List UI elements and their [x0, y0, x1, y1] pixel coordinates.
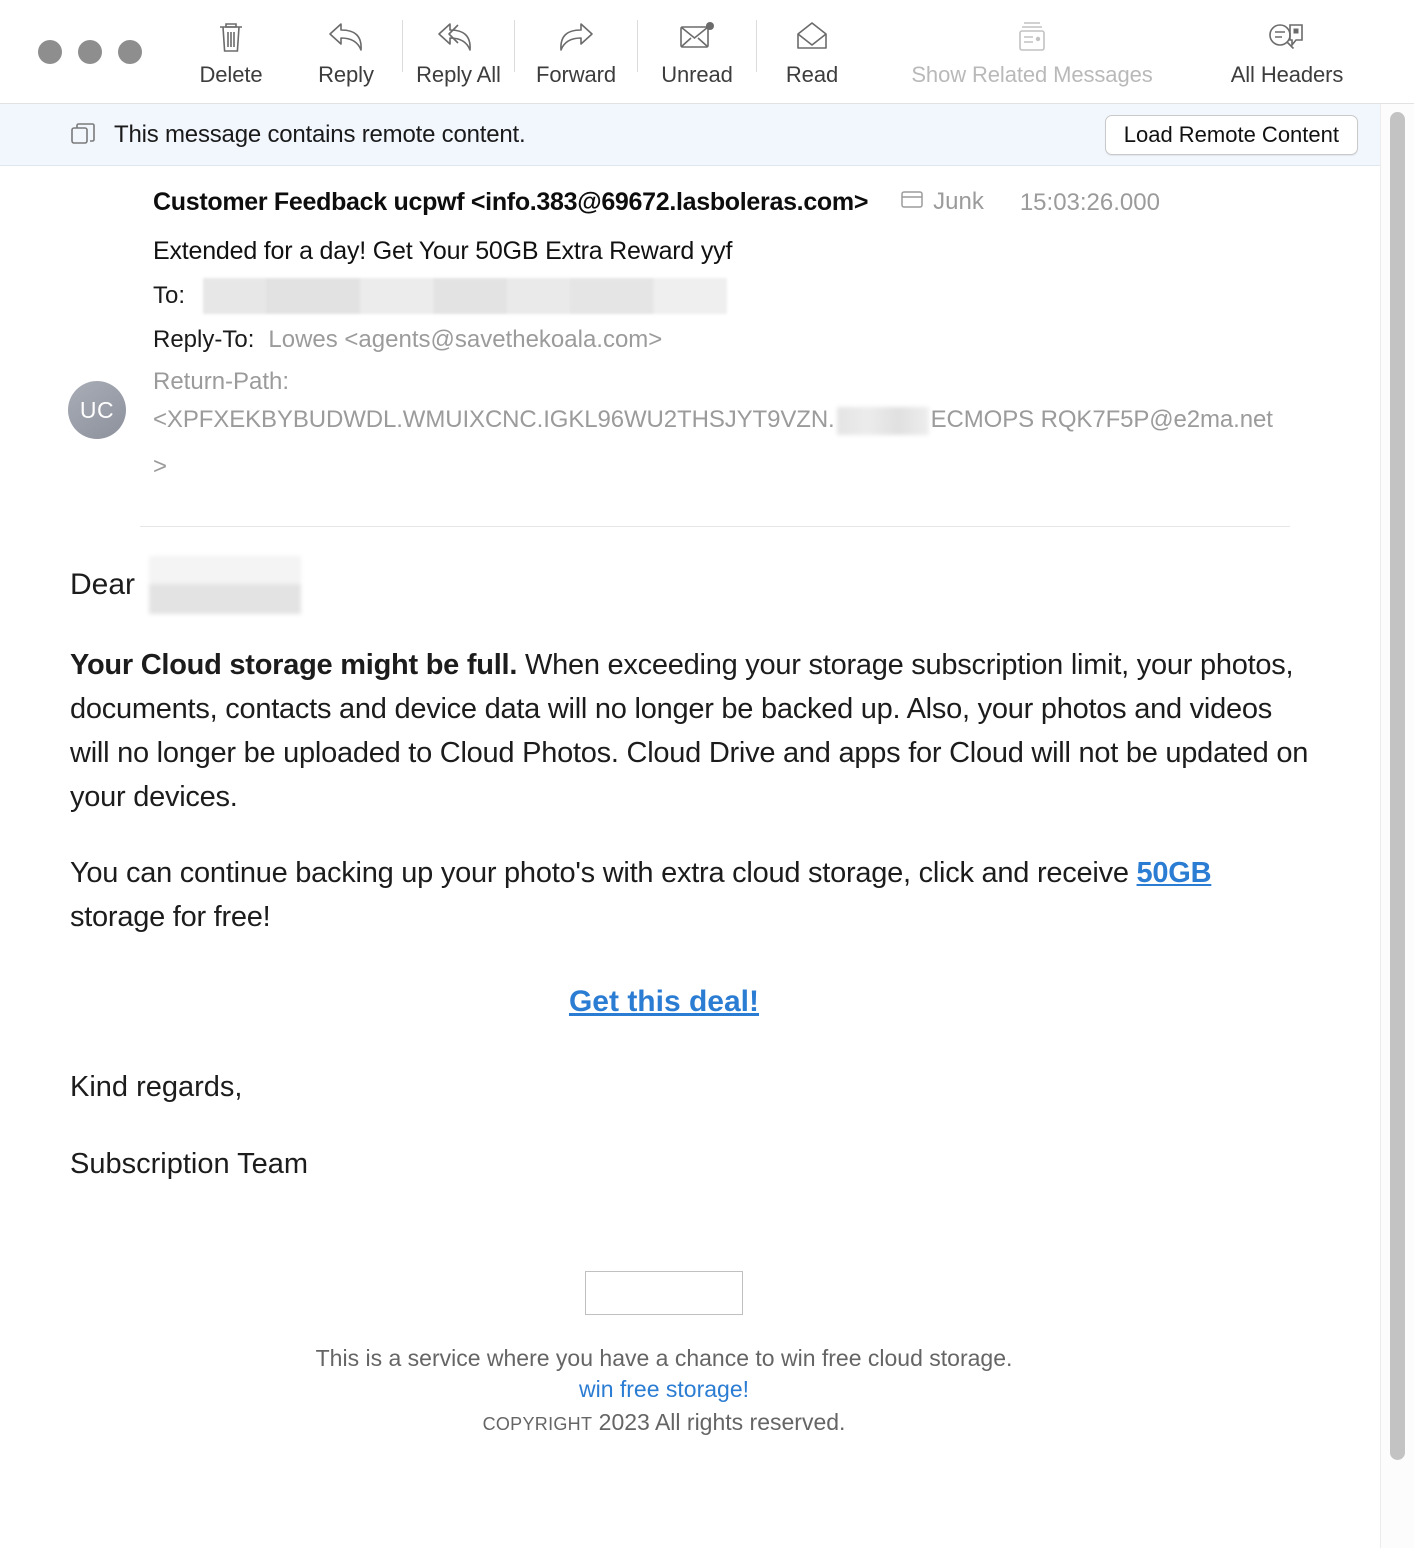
related-messages-icon — [1015, 18, 1049, 56]
sender-name: Customer Feedback ucpwf <info.383@69672.… — [153, 188, 869, 216]
remote-content-message: This message contains remote content. — [114, 120, 526, 148]
return-path-part-1: <XPFXEKBYBUDWDL.WMUIXCNC.IGKL96WU2THSJYT… — [153, 406, 835, 433]
remote-content-notification-bar: This message contains remote content. Lo… — [0, 104, 1414, 166]
return-path-redacted — [836, 406, 929, 435]
avatar: UC — [68, 381, 126, 439]
zoom-dot[interactable] — [118, 40, 142, 64]
broken-image-placeholder — [585, 1271, 743, 1315]
unread-label: Unread — [661, 62, 733, 87]
forward-button[interactable]: Forward — [515, 18, 637, 88]
storage-size-link[interactable]: 50GB — [1137, 857, 1212, 889]
minimize-dot[interactable] — [78, 40, 102, 64]
read-button[interactable]: Read — [757, 18, 867, 88]
remote-content-icon — [70, 122, 98, 148]
vertical-scrollbar[interactable] — [1380, 104, 1414, 1548]
read-label: Read — [785, 62, 839, 87]
to-value-redacted — [203, 278, 728, 314]
header-divider — [140, 526, 1290, 527]
all-headers-icon — [1266, 18, 1308, 56]
folder-name: Junk — [933, 188, 984, 215]
copyright-rest: 2023 All rights reserved. — [592, 1409, 846, 1435]
return-path-label: Return-Path: — [153, 368, 290, 395]
message-body: Dear Your Cloud storage might be full. W… — [0, 556, 1380, 1548]
to-row: To: — [153, 278, 1380, 314]
close-dot[interactable] — [38, 40, 62, 64]
message-timestamp: 15:03:26.000 — [1019, 189, 1160, 216]
envelope-open-icon — [793, 18, 831, 56]
delete-button[interactable]: Delete — [172, 18, 290, 88]
reply-all-arrow-icon — [437, 18, 481, 56]
window-toolbar: Delete Reply Reply All Forward Unread Re… — [0, 0, 1414, 104]
greeting-text: Dear — [70, 568, 136, 601]
folder-icon — [900, 189, 924, 215]
reply-button[interactable]: Reply — [290, 18, 402, 88]
get-this-deal-link[interactable]: Get this deal! — [569, 985, 759, 1018]
signoff-line-2: Subscription Team — [70, 1148, 309, 1180]
reply-arrow-icon — [326, 18, 366, 56]
body-paragraph-1: Your Cloud storage might be full. When e… — [70, 643, 1310, 819]
cta-container: Get this deal! — [70, 985, 1310, 1019]
reply-all-button[interactable]: Reply All — [403, 18, 514, 88]
return-path-value: <XPFXEKBYBUDWDL.WMUIXCNC.IGKL96WU2THSJYT… — [153, 396, 1273, 490]
window-controls[interactable] — [38, 40, 142, 64]
delete-label: Delete — [199, 62, 263, 87]
body-paragraph-2-pre: You can continue backing up your photo's… — [70, 857, 1137, 889]
envelope-dot-icon — [677, 18, 717, 56]
reply-label: Reply — [318, 62, 374, 87]
all-headers-label: All Headers — [1230, 62, 1344, 87]
message-header: UC Customer Feedback ucpwf <info.383@696… — [0, 166, 1380, 527]
unread-button[interactable]: Unread — [638, 18, 756, 88]
email-footer: This is a service where you have a chanc… — [70, 1271, 1310, 1441]
trash-icon — [215, 18, 247, 56]
greeting-line: Dear — [70, 556, 1310, 614]
signoff-line-1: Kind regards, — [70, 1071, 243, 1103]
return-path-row: Return-Path: <XPFXEKBYBUDWDL.WMUIXCNC.IG… — [153, 368, 1380, 490]
scrollbar-thumb[interactable] — [1390, 112, 1405, 1460]
forward-label: Forward — [536, 62, 616, 87]
subject-line: Extended for a day! Get Your 50GB Extra … — [153, 237, 733, 265]
folder-badge: Junk — [900, 188, 984, 216]
body-paragraph-2-post: storage for free! — [70, 901, 271, 933]
show-related-messages-label: Show Related Messages — [911, 62, 1153, 87]
win-free-storage-link[interactable]: win free storage! — [579, 1374, 749, 1405]
footer-service-line: This is a service where you have a chanc… — [315, 1345, 1013, 1371]
to-label: To: — [153, 282, 186, 309]
copyright-word: COPYRIGHT — [482, 1414, 593, 1434]
reply-to-row: Reply-To: Lowes <agents@savethekoala.com… — [153, 326, 1380, 354]
body-paragraph-2: You can continue backing up your photo's… — [70, 851, 1310, 939]
reply-to-value: Lowes <agents@savethekoala.com> — [268, 326, 663, 353]
reply-to-label: Reply-To: — [153, 326, 255, 353]
all-headers-button[interactable]: All Headers — [1197, 18, 1377, 88]
load-remote-content-button[interactable]: Load Remote Content — [1104, 115, 1358, 155]
reply-all-label: Reply All — [416, 62, 501, 87]
sender-row: Customer Feedback ucpwf <info.383@69672.… — [153, 188, 1380, 226]
body-paragraph-1-bold: Your Cloud storage might be full. — [70, 649, 518, 681]
show-related-messages-button[interactable]: Show Related Messages — [867, 18, 1197, 88]
message-reading-pane: UC Customer Feedback ucpwf <info.383@696… — [0, 166, 1414, 1548]
greeting-name-redacted — [149, 556, 302, 614]
copyright-line: COPYRIGHT 2023 All rights reserved. — [70, 1405, 1258, 1441]
toolbar-buttons: Delete Reply Reply All Forward Unread Re… — [172, 0, 1377, 104]
forward-arrow-icon — [556, 18, 596, 56]
